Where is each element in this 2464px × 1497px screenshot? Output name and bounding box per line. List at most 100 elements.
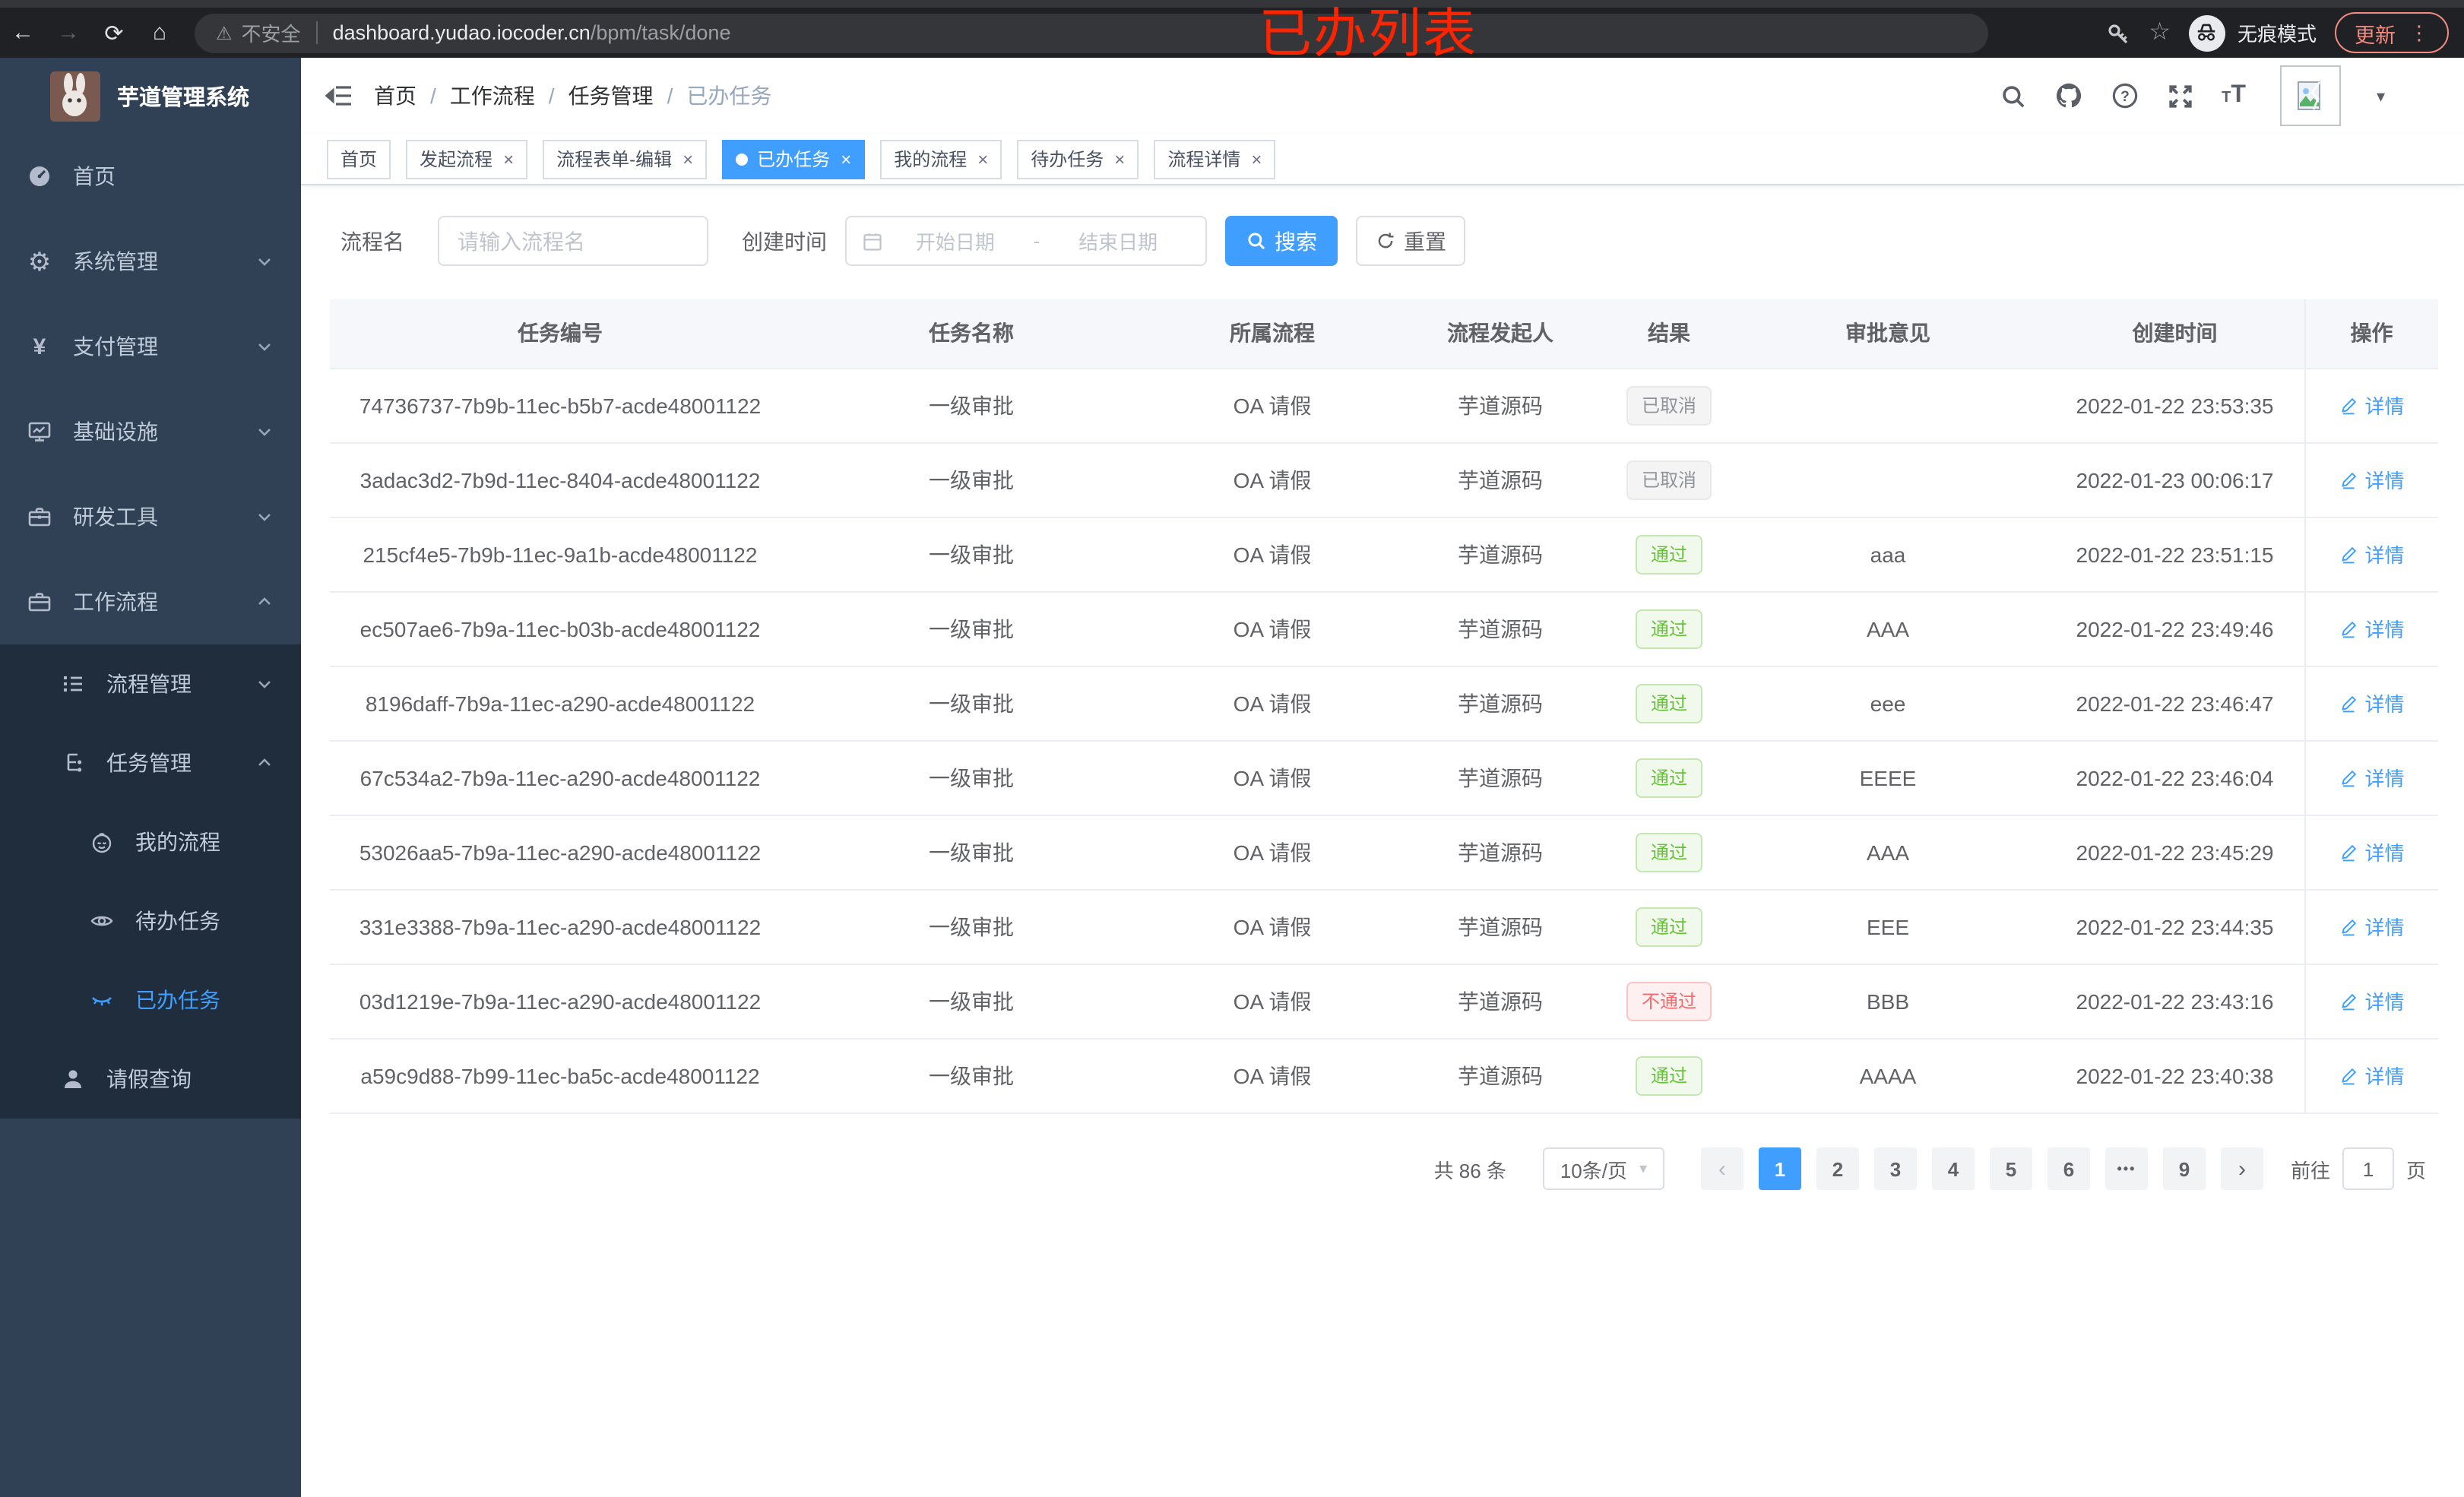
tab-my-process[interactable]: 我的流程 × [880,139,1002,179]
detail-button[interactable]: 详情 [2339,540,2405,568]
sidebar-item-my-process[interactable]: 我的流程 [0,802,301,881]
detail-button[interactable]: 详情 [2339,986,2405,1015]
hamburger-icon[interactable] [324,81,354,111]
prev-page-button[interactable]: ‹ [1700,1147,1743,1190]
app-title: 芋道管理系统 [117,86,249,110]
dashboard-icon [27,164,52,188]
detail-button[interactable]: 详情 [2339,465,2405,494]
fullscreen-icon[interactable] [2167,83,2193,109]
cell-result: 通过 [1608,666,1730,741]
date-range-input[interactable]: 开始日期 - 结束日期 [845,216,1207,266]
browser-back-icon[interactable]: ← [0,20,46,46]
sidebar-item-task-mgmt[interactable]: 任务管理 [0,723,301,802]
address-bar[interactable]: ⚠ 不安全 dashboard.yudao.iocoder.cn /bpm/ta… [195,13,1988,52]
cell-task-id: 74736737-7b9b-11ec-b5b7-acde48001122 [330,368,790,443]
detail-button[interactable]: 详情 [2339,1061,2405,1090]
detail-button[interactable]: 详情 [2339,391,2405,419]
page-button-5[interactable]: 5 [1989,1147,2032,1190]
detail-button[interactable]: 详情 [2339,614,2405,643]
sidebar-item-label: 请假查询 [106,1067,192,1091]
search-icon[interactable] [2000,83,2025,109]
tab-start-process[interactable]: 发起流程 × [406,139,528,179]
calendar-icon [862,230,883,252]
browser-forward-icon[interactable]: → [46,20,91,46]
sidebar-item-process-mgmt[interactable]: 流程管理 [0,644,301,723]
page-ellipsis-button[interactable]: ••• [2105,1147,2148,1190]
cell-task-id: 03d1219e-7b9a-11ec-a290-acde48001122 [330,964,790,1039]
detail-label: 详情 [2364,1065,2405,1088]
sidebar-item-label: 研发工具 [73,505,158,529]
incognito-label: 无痕模式 [2237,23,2317,46]
cell-actions: 详情 [2304,964,2438,1039]
sidebar-item-devtools[interactable]: 研发工具 [0,474,301,559]
breadcrumb-task-mgmt[interactable]: 任务管理 [568,81,654,111]
browser-menu-dots-icon[interactable]: ⋮ [2409,21,2429,45]
close-icon[interactable]: × [683,148,693,169]
table-row: 53026aa5-7b9a-11ec-a290-acde48001122 一级审… [330,815,2438,890]
detail-button[interactable]: 详情 [2339,763,2405,792]
avatar-caret-icon[interactable]: ▾ [2377,86,2385,106]
tab-todo-task[interactable]: 待办任务 × [1017,139,1139,179]
app-logo-row[interactable]: 芋道管理系统 [0,58,301,134]
range-separator: - [1033,229,1040,252]
page-button-6[interactable]: 6 [2047,1147,2090,1190]
tags-view-bar: 首页 发起流程 × 流程表单-编辑 × 已办任务 × 我的流程 × 待办任务 × [301,134,2464,185]
cell-task-name: 一级审批 [790,1038,1152,1113]
sidebar-item-system[interactable]: ⚙ 系统管理 [0,219,301,304]
close-icon[interactable]: × [977,148,988,169]
detail-button[interactable]: 详情 [2339,688,2405,717]
chevron-down-icon [255,675,274,693]
close-icon[interactable]: × [503,148,514,169]
screen: ← → ⟳ ⌂ ⚠ 不安全 dashboard.yudao.iocoder.cn… [0,0,2464,1497]
close-icon[interactable]: × [1251,148,1262,169]
update-label: 更新 [2355,24,2396,46]
tab-done-task[interactable]: 已办任务 × [722,139,866,179]
browser-home-icon[interactable]: ⌂ [137,20,182,46]
page-button-3[interactable]: 3 [1873,1147,1917,1190]
help-icon[interactable]: ? [2111,82,2138,109]
sidebar-item-payment[interactable]: ¥ 支付管理 [0,304,301,389]
tab-process-detail[interactable]: 流程详情 × [1154,139,1276,179]
goto-label: 前往 [2290,1159,2330,1182]
tab-process-form-edit[interactable]: 流程表单-编辑 × [543,139,708,179]
next-page-button[interactable]: › [2220,1147,2263,1190]
breadcrumb-workflow[interactable]: 工作流程 [450,81,535,111]
sidebar-item-workflow[interactable]: 工作流程 [0,559,301,644]
col-actions: 操作 [2304,299,2438,369]
bookmark-star-icon[interactable]: ☆ [2149,20,2171,45]
sidebar-item-todo-task[interactable]: 待办任务 [0,881,301,961]
detail-button[interactable]: 详情 [2339,837,2405,866]
close-icon[interactable]: × [1114,148,1125,169]
reset-button[interactable]: 重置 [1356,216,1465,266]
sidebar-item-label: 工作流程 [73,590,158,614]
cell-opinion: BBB [1730,964,2046,1039]
reset-button-label: 重置 [1404,229,1446,253]
sidebar-item-home[interactable]: 首页 [0,134,301,219]
detail-button[interactable]: 详情 [2339,912,2405,941]
breadcrumb: 首页 / 工作流程 / 任务管理 / 已办任务 [374,58,771,134]
sidebar-item-leave-query[interactable]: 请假查询 [0,1040,301,1119]
tab-home[interactable]: 首页 [327,139,391,179]
goto-page-input[interactable] [2342,1147,2394,1190]
cell-task-id: ec507ae6-7b9a-11ec-b03b-acde48001122 [330,591,790,666]
cell-actions: 详情 [2304,591,2438,666]
search-button[interactable]: 搜索 [1225,216,1338,266]
password-key-icon[interactable] [2106,21,2130,45]
browser-update-button[interactable]: 更新 ⋮ [2335,12,2449,53]
process-name-input[interactable] [438,216,708,266]
page-size-select[interactable]: 10条/页 ▾ [1542,1147,1664,1190]
page-button-1[interactable]: 1 [1758,1147,1801,1190]
page-button-2[interactable]: 2 [1816,1147,1859,1190]
breadcrumb-home[interactable]: 首页 [374,81,416,111]
security-label[interactable]: 不安全 [242,18,301,47]
sidebar-item-done-task[interactable]: 已办任务 [0,961,301,1040]
page-button-9[interactable]: 9 [2162,1147,2206,1190]
font-size-icon[interactable]: TT [2222,82,2246,109]
close-icon[interactable]: × [841,148,851,169]
sidebar-item-infrastructure[interactable]: 基础设施 [0,389,301,474]
page-button-4[interactable]: 4 [1931,1147,1975,1190]
tab-label: 发起流程 [420,149,493,170]
avatar[interactable] [2280,65,2342,126]
browser-refresh-icon[interactable]: ⟳ [91,19,137,46]
github-icon[interactable] [2054,82,2082,109]
